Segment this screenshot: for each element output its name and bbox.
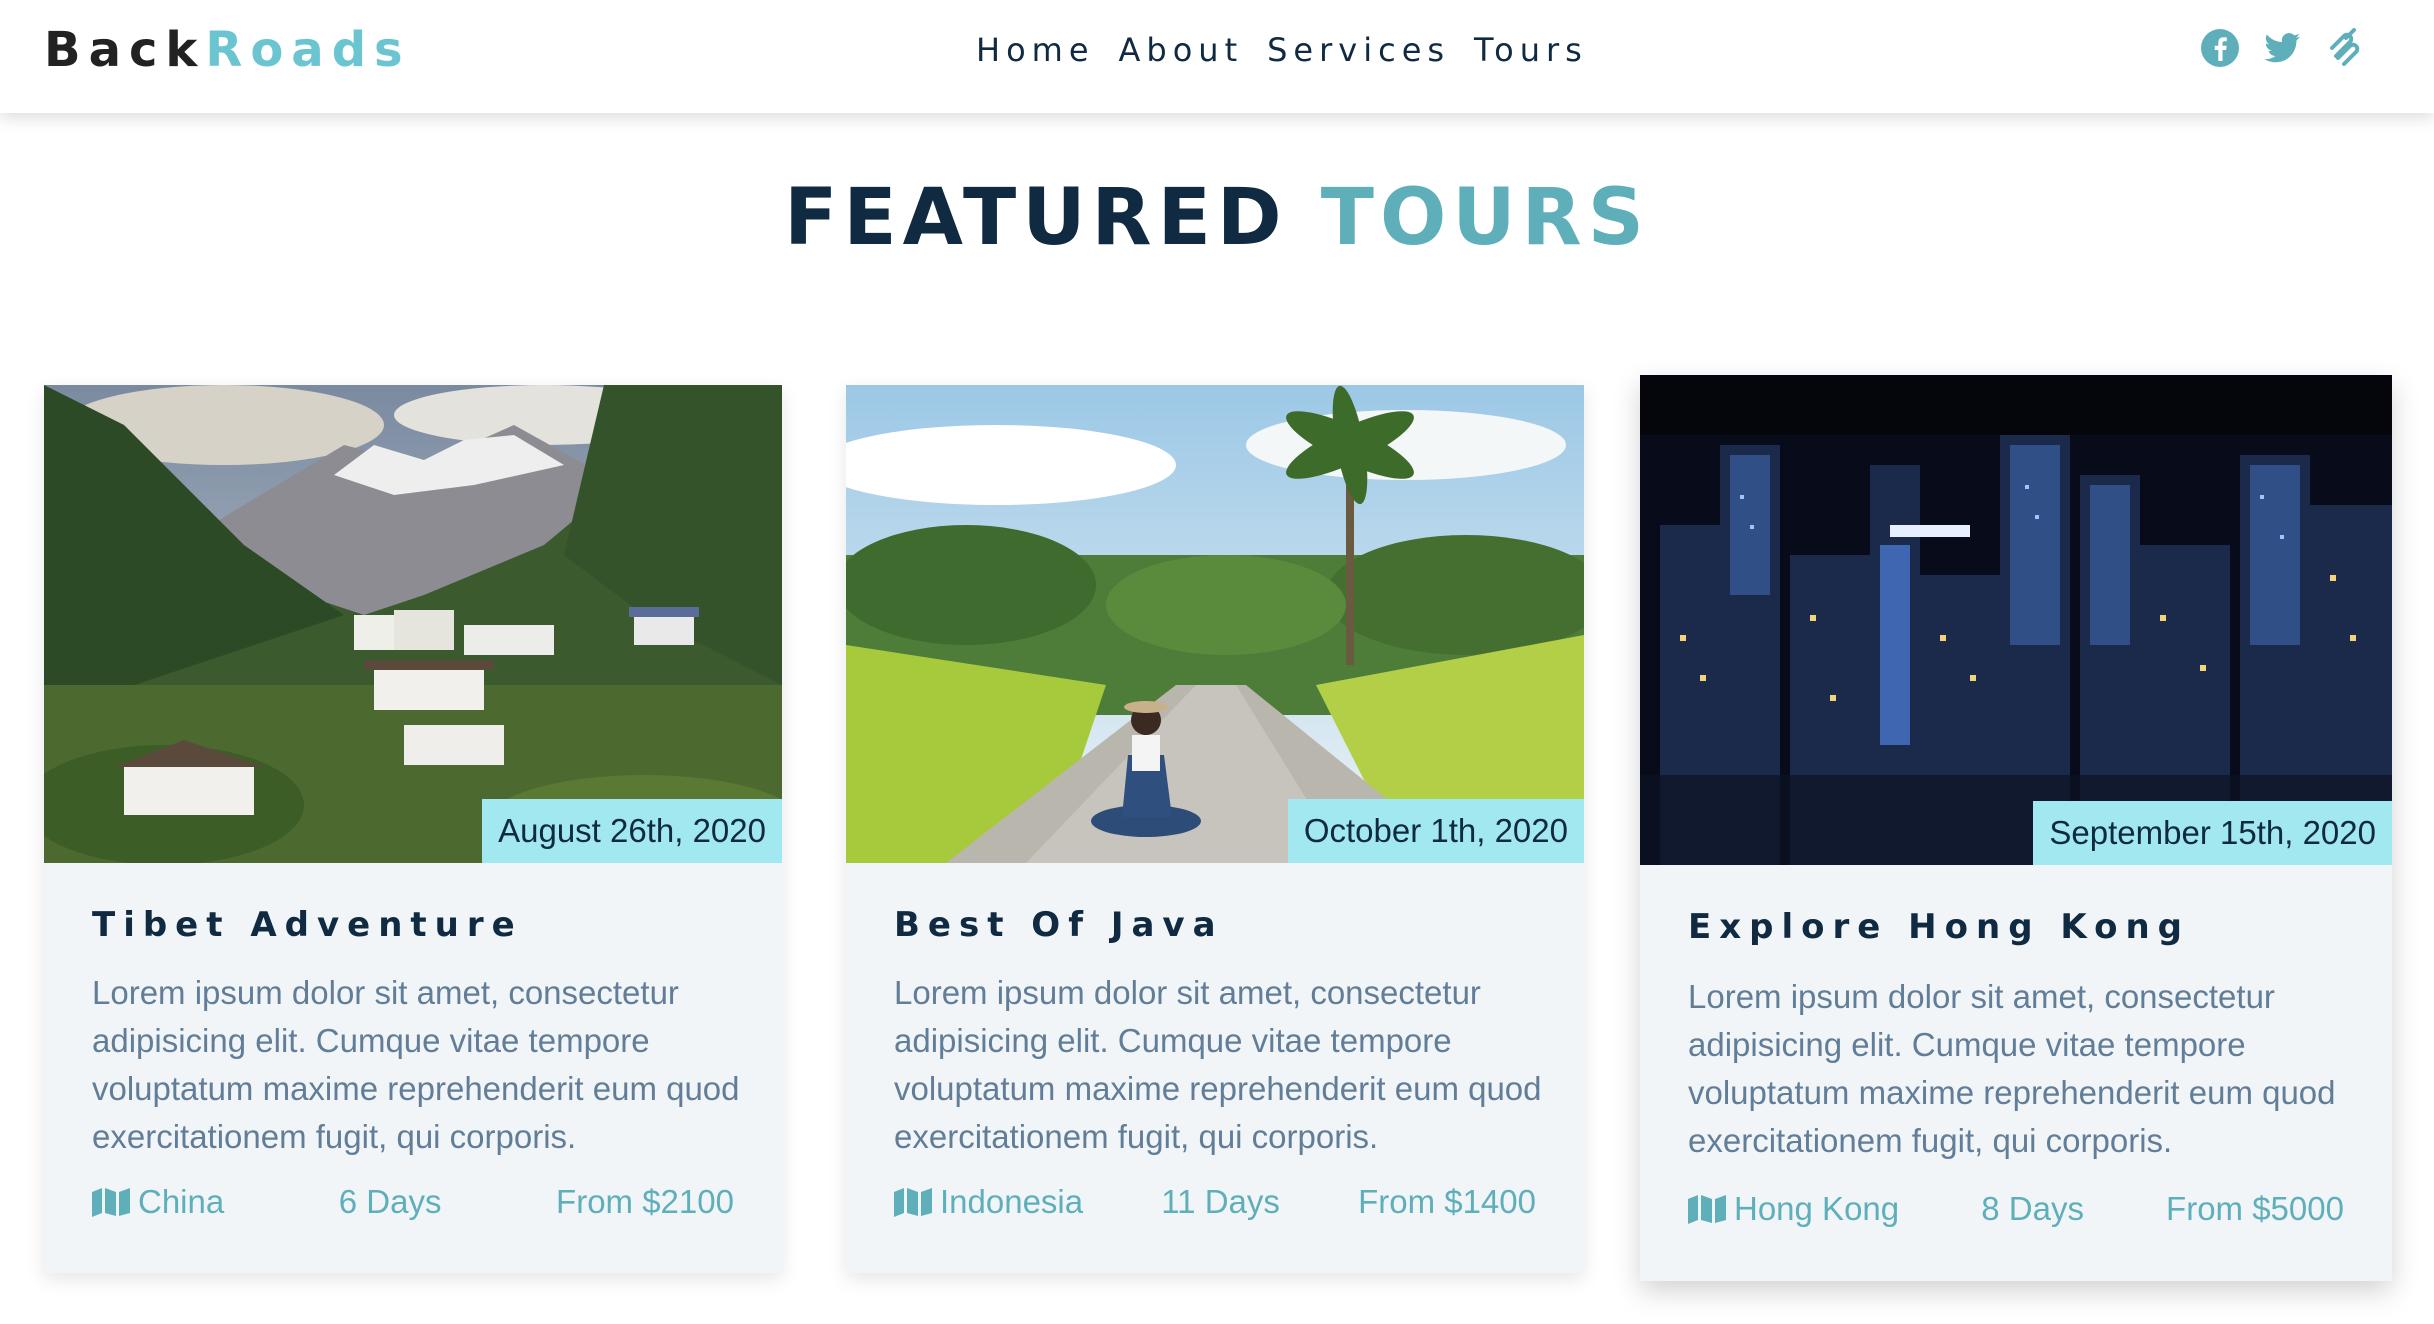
twitter-icon[interactable] bbox=[2262, 28, 2302, 68]
nav-link-home[interactable]: Home bbox=[976, 28, 1095, 72]
tour-date-badge: August 26th, 2020 bbox=[482, 799, 782, 863]
brand-name-part1: Back bbox=[44, 22, 206, 78]
section-title-part1: FEATURED bbox=[784, 173, 1288, 263]
tour-country-label: Indonesia bbox=[940, 1183, 1084, 1220]
tour-card[interactable]: October 1th, 2020 Best Of Java Lorem ips… bbox=[846, 385, 1584, 1273]
social-links bbox=[2200, 28, 2364, 68]
tour-duration: 8 Days bbox=[1981, 1190, 2084, 1227]
brand-name-part2: Roads bbox=[205, 22, 411, 78]
tour-title: Best Of Java bbox=[894, 905, 1224, 945]
tour-duration: 6 Days bbox=[338, 1183, 442, 1220]
squarespace-icon[interactable] bbox=[2324, 28, 2364, 68]
brand-logo[interactable]: BackRoads bbox=[44, 20, 411, 80]
nav-link-services[interactable]: Services bbox=[1267, 28, 1450, 72]
tour-footer: Hong Kong 8 Days From $5000 bbox=[1688, 1187, 2344, 1231]
tour-image-hong-kong: September 15th, 2020 bbox=[1640, 375, 2392, 865]
tour-image-java: October 1th, 2020 bbox=[846, 385, 1584, 863]
tour-description: Lorem ipsum dolor sit amet, consectetur … bbox=[894, 974, 1542, 1155]
tour-image-tibet: August 26th, 2020 bbox=[44, 385, 782, 863]
tour-country-label: China bbox=[138, 1183, 225, 1220]
navbar: BackRoads Home About Services Tours bbox=[0, 0, 2434, 113]
facebook-icon[interactable] bbox=[2200, 28, 2240, 68]
tour-country: China bbox=[92, 1183, 224, 1221]
tour-footer: China 6 Days From $2100 bbox=[92, 1180, 734, 1224]
nav-links: Home About Services Tours bbox=[976, 28, 1588, 72]
tour-description: Lorem ipsum dolor sit amet, consectetur … bbox=[1688, 978, 2336, 1159]
map-icon bbox=[1688, 1195, 1726, 1224]
tour-country: Indonesia bbox=[894, 1183, 1083, 1221]
tour-country-label: Hong Kong bbox=[1734, 1190, 1900, 1227]
tour-title: Explore Hong Kong bbox=[1688, 907, 2191, 947]
tour-price: From $5000 bbox=[2166, 1190, 2344, 1227]
nav-link-tours[interactable]: Tours bbox=[1474, 28, 1588, 72]
section-title-part2: TOURS bbox=[1320, 173, 1650, 263]
tour-footer: Indonesia 11 Days From $1400 bbox=[894, 1180, 1536, 1224]
map-icon bbox=[894, 1188, 932, 1217]
nav-link-about[interactable]: About bbox=[1119, 28, 1244, 72]
tour-card[interactable]: August 26th, 2020 Tibet Adventure Lorem … bbox=[44, 385, 782, 1273]
tour-price: From $2100 bbox=[556, 1183, 734, 1220]
tour-date-badge: September 15th, 2020 bbox=[2033, 801, 2392, 865]
tour-country: Hong Kong bbox=[1688, 1190, 1899, 1228]
tour-date-badge: October 1th, 2020 bbox=[1287, 799, 1584, 863]
section-title: FEATURED TOURS bbox=[0, 168, 2434, 268]
tour-duration: 11 Days bbox=[1161, 1183, 1280, 1220]
tour-card[interactable]: September 15th, 2020 Explore Hong Kong L… bbox=[1640, 375, 2392, 1281]
tour-description: Lorem ipsum dolor sit amet, consectetur … bbox=[92, 974, 740, 1155]
tour-title: Tibet Adventure bbox=[92, 905, 523, 945]
map-icon bbox=[92, 1188, 130, 1217]
tour-price: From $1400 bbox=[1358, 1183, 1536, 1220]
